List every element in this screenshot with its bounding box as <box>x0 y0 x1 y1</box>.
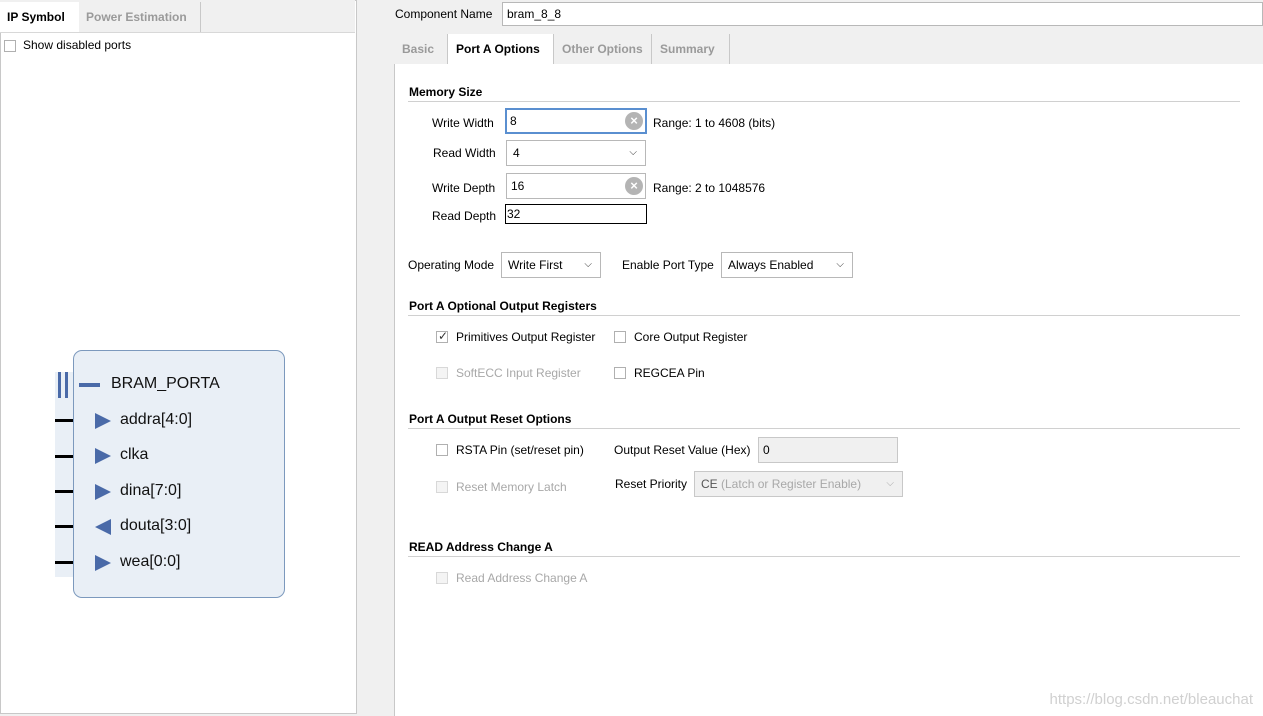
component-name-label: Component Name <box>395 7 493 21</box>
output-reset-value-input[interactable]: 0 <box>758 437 898 463</box>
bus-pin-icon <box>65 372 68 398</box>
tab-power-estimation[interactable]: Power Estimation <box>79 2 201 32</box>
clear-icon[interactable]: × <box>625 177 643 195</box>
read-width-select[interactable]: 4 ⌵ <box>506 140 646 166</box>
port-label-addra: addra[4:0] <box>120 411 193 428</box>
softecc-input-register-label: SoftECC Input Register <box>456 366 581 380</box>
output-arrow-icon <box>95 519 111 535</box>
bus-interface-label: BRAM_PORTA <box>111 375 220 392</box>
output-reset-value-label: Output Reset Value (Hex) <box>614 443 751 457</box>
reset-memory-latch-label: Reset Memory Latch <box>456 480 567 494</box>
write-width-label: Write Width <box>432 116 494 130</box>
tab-other-options[interactable]: Other Options <box>554 34 652 64</box>
pin-line <box>55 455 73 458</box>
chevron-down-icon: ⌵ <box>629 147 637 158</box>
section-divider <box>408 428 1240 429</box>
bus-pin-icon <box>58 372 61 398</box>
enable-port-type-select[interactable]: Always Enabled ⌵ <box>721 252 853 278</box>
enable-port-type-value: Always Enabled <box>728 258 814 272</box>
left-tab-bar: IP Symbol Power Estimation <box>0 0 355 33</box>
chevron-down-icon: ⌵ <box>836 259 844 270</box>
regcea-pin-label: REGCEA Pin <box>634 366 705 380</box>
show-disabled-ports-checkbox[interactable] <box>4 40 16 52</box>
primitives-output-register-label: Primitives Output Register <box>456 330 596 344</box>
pin-line <box>55 525 73 528</box>
section-divider <box>408 315 1240 316</box>
symbol-pin-strip <box>55 372 74 577</box>
read-depth-value: 32 <box>505 204 647 224</box>
reset-priority-label: Reset Priority <box>615 477 688 491</box>
read-width-label: Read Width <box>433 146 496 160</box>
chevron-down-icon: ⌵ <box>886 478 894 489</box>
operating-mode-select[interactable]: Write First ⌵ <box>501 252 601 278</box>
operating-mode-label: Operating Mode <box>408 258 495 272</box>
tab-basic[interactable]: Basic <box>394 34 448 64</box>
read-address-change-checkbox[interactable] <box>436 572 448 584</box>
reset-memory-latch-checkbox[interactable] <box>436 481 448 493</box>
write-width-range: Range: 1 to 4608 (bits) <box>653 116 776 130</box>
config-tab-bar: Basic Port A Options Other Options Summa… <box>394 32 1263 64</box>
reset-priority-select[interactable]: CE (Latch or Register Enable) ⌵ <box>694 471 903 497</box>
core-output-register-checkbox[interactable] <box>614 331 626 343</box>
operating-mode-value: Write First <box>508 258 563 272</box>
reset-options-title: Port A Output Reset Options <box>409 412 572 426</box>
memory-size-title: Memory Size <box>409 85 483 99</box>
rsta-pin-label: RSTA Pin (set/reset pin) <box>456 443 584 457</box>
bus-collapse-icon[interactable] <box>79 383 100 387</box>
regcea-pin-checkbox[interactable] <box>614 367 626 379</box>
primitives-output-register-checkbox[interactable]: ✓ <box>436 329 449 343</box>
pin-line <box>55 561 73 564</box>
reset-priority-value: CE <box>701 477 718 491</box>
port-label-wea: wea[0:0] <box>120 553 181 570</box>
read-depth-label: Read Depth <box>432 209 497 223</box>
optional-output-title: Port A Optional Output Registers <box>409 299 597 313</box>
check-icon: ✓ <box>437 329 449 343</box>
input-arrow-icon <box>95 555 111 571</box>
rsta-pin-checkbox[interactable] <box>436 444 448 456</box>
tab-summary[interactable]: Summary <box>652 34 730 64</box>
tab-port-a-options[interactable]: Port A Options <box>448 34 554 64</box>
input-arrow-icon <box>95 413 111 429</box>
write-depth-range: Range: 2 to 1048576 <box>653 181 766 195</box>
show-disabled-ports-label: Show disabled ports <box>23 38 132 52</box>
port-label-douta: douta[3:0] <box>120 517 192 534</box>
chevron-down-icon: ⌵ <box>584 259 592 270</box>
softecc-input-register-checkbox[interactable] <box>436 367 448 379</box>
write-depth-label: Write Depth <box>432 181 496 195</box>
read-address-change-label: Read Address Change A <box>456 571 588 585</box>
read-address-title: READ Address Change A <box>409 540 553 554</box>
core-output-register-label: Core Output Register <box>634 330 748 344</box>
port-label-dina: dina[7:0] <box>120 482 182 499</box>
tab-ip-symbol[interactable]: IP Symbol <box>0 2 79 32</box>
port-label-clka: clka <box>120 446 149 463</box>
reset-priority-value-detail: (Latch or Register Enable) <box>721 477 862 491</box>
section-divider <box>408 101 1240 102</box>
enable-port-type-label: Enable Port Type <box>622 258 714 272</box>
pin-line <box>55 419 73 422</box>
input-arrow-icon <box>95 448 111 464</box>
read-width-value: 4 <box>513 146 520 160</box>
input-arrow-icon <box>95 484 111 500</box>
component-name-input[interactable]: bram_8_8 <box>502 2 1263 26</box>
clear-icon[interactable]: × <box>625 112 643 130</box>
section-divider <box>408 556 1240 557</box>
pin-line <box>55 490 73 493</box>
watermark: https://blog.csdn.net/bleauchat <box>1049 691 1253 708</box>
